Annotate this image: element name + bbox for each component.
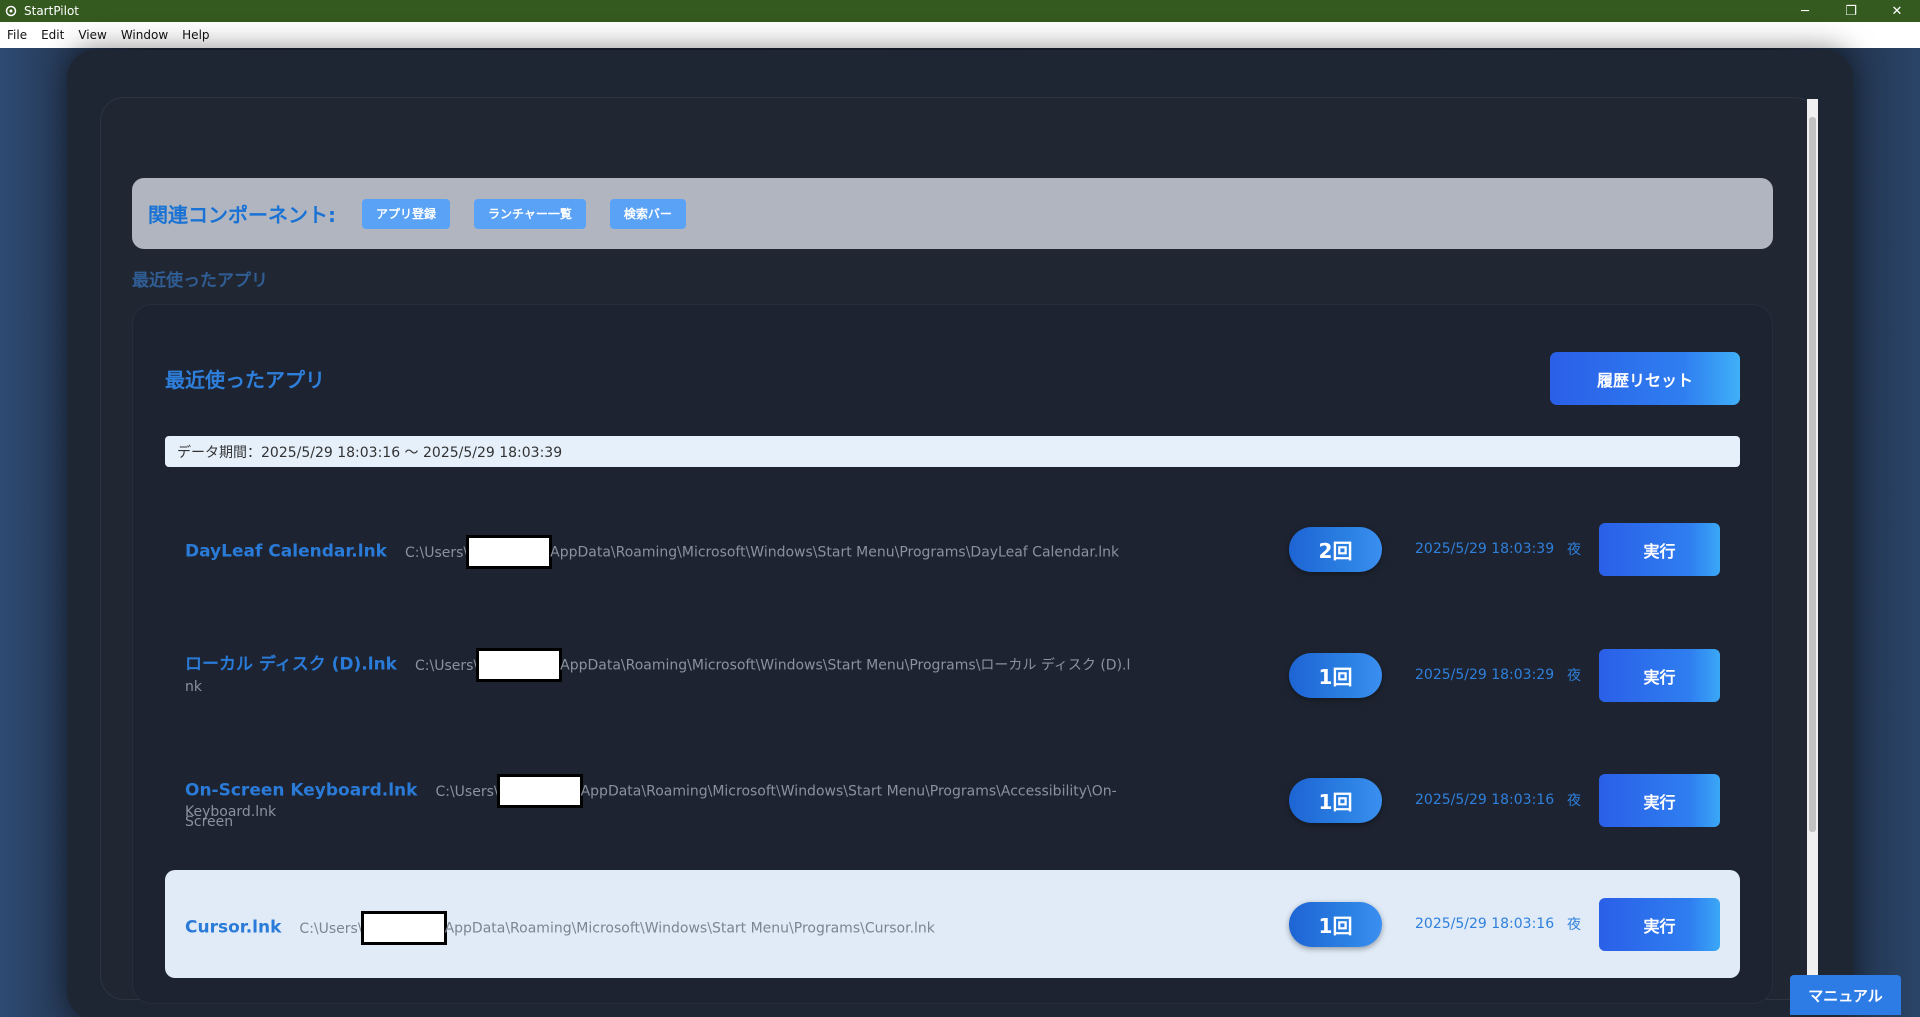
app-path-prefix: C:\Users\ (415, 657, 479, 674)
launch-count-badge: 1回 (1289, 902, 1382, 947)
time-of-day-label: 夜 (1567, 917, 1581, 933)
app-row: On-Screen Keyboard.lnk C:\Users\ AppData\R… (165, 746, 1740, 854)
time-of-day-label: 夜 (1567, 793, 1581, 809)
menu-view[interactable]: View (71, 28, 113, 42)
app-name[interactable]: DayLeaf Calendar.lnk (185, 542, 387, 562)
app-row-selected: Cursor.lnk C:\Users\ AppData\Roaming\Micro… (165, 870, 1740, 978)
scrollbar-thumb[interactable] (1809, 117, 1816, 832)
app-name[interactable]: On-Screen Keyboard.lnk (185, 781, 417, 801)
chip-launcher-list[interactable]: ランチャー一覧 (474, 198, 586, 229)
menu-window[interactable]: Window (114, 28, 175, 42)
data-period-bar: データ期間：2025/5/29 18:03:16 〜 2025/5/29 18:… (165, 436, 1740, 467)
manual-button[interactable]: マニュアル (1790, 975, 1901, 1015)
last-used-timestamp: 2025/5/29 18:03:16 (1415, 916, 1555, 932)
close-button[interactable]: ✕ (1874, 0, 1920, 22)
app-path-suffix: AppData\Roaming\Microsoft\Windows\Start … (444, 920, 935, 937)
run-button[interactable]: 実行 (1599, 523, 1720, 576)
redacted-box (360, 911, 447, 945)
chip-app-register[interactable]: アプリ登録 (362, 198, 451, 229)
related-components-bar: 関連コンポーネント: アプリ登録 ランチャー一覧 検索バー (132, 178, 1773, 249)
launch-count-badge: 1回 (1289, 653, 1382, 698)
last-used-timestamp: 2025/5/29 18:03:39 (1415, 541, 1555, 557)
window-title: StartPilot (24, 4, 80, 18)
related-components-label: 関連コンポーネント: (148, 203, 336, 227)
menu-bar: File Edit View Window Help (0, 22, 1920, 48)
app-row: DayLeaf Calendar.lnk C:\Users\ AppData\Roa… (165, 495, 1740, 603)
app-path-suffix: AppData\Roaming\Microsoft\Windows\Start … (550, 544, 1120, 561)
restore-button[interactable]: ❐ (1828, 0, 1874, 22)
time-of-day-label: 夜 (1567, 542, 1581, 558)
chip-search-bar[interactable]: 検索バー (609, 198, 686, 229)
card-title: 最近使ったアプリ (165, 368, 325, 392)
app-path-suffix: AppData\Roaming\Microsoft\Windows\Start … (560, 657, 1131, 674)
menu-file[interactable]: File (0, 28, 34, 42)
redacted-box (496, 774, 583, 808)
last-used-timestamp: 2025/5/29 18:03:16 (1415, 792, 1555, 808)
scrollbar[interactable] (1807, 99, 1818, 999)
time-of-day-label: 夜 (1567, 668, 1581, 684)
redacted-box (466, 535, 553, 569)
app-name[interactable]: ローカル ディスク (D).lnk (185, 655, 397, 675)
app-gear-icon (4, 4, 18, 18)
app-path-prefix: C:\Users\ (435, 783, 499, 800)
reset-history-button[interactable]: 履歴リセット (1550, 352, 1740, 405)
menu-help[interactable]: Help (175, 28, 216, 42)
last-used-timestamp: 2025/5/29 18:03:29 (1415, 667, 1555, 683)
minimize-button[interactable]: ─ (1782, 0, 1828, 22)
app-path-continued: nk (185, 679, 202, 695)
app-path-continued: Keyboard.lnk (185, 804, 277, 820)
redacted-box (476, 648, 563, 682)
app-name[interactable]: Cursor.lnk (185, 918, 281, 938)
app-row: ローカル ディスク (D).lnk C:\Users\ AppData\Roamin… (165, 621, 1740, 729)
launch-count-badge: 1回 (1289, 778, 1382, 823)
title-bar: StartPilot ─ ❐ ✕ (0, 0, 1920, 22)
run-button[interactable]: 実行 (1599, 898, 1720, 951)
menu-edit[interactable]: Edit (34, 28, 71, 42)
section-heading: 最近使ったアプリ (132, 271, 268, 291)
app-path-prefix: C:\Users\ (299, 920, 363, 937)
app-path-prefix: C:\Users\ (405, 544, 469, 561)
run-button[interactable]: 実行 (1599, 774, 1720, 827)
run-button[interactable]: 実行 (1599, 649, 1720, 702)
launch-count-badge: 2回 (1289, 527, 1382, 572)
